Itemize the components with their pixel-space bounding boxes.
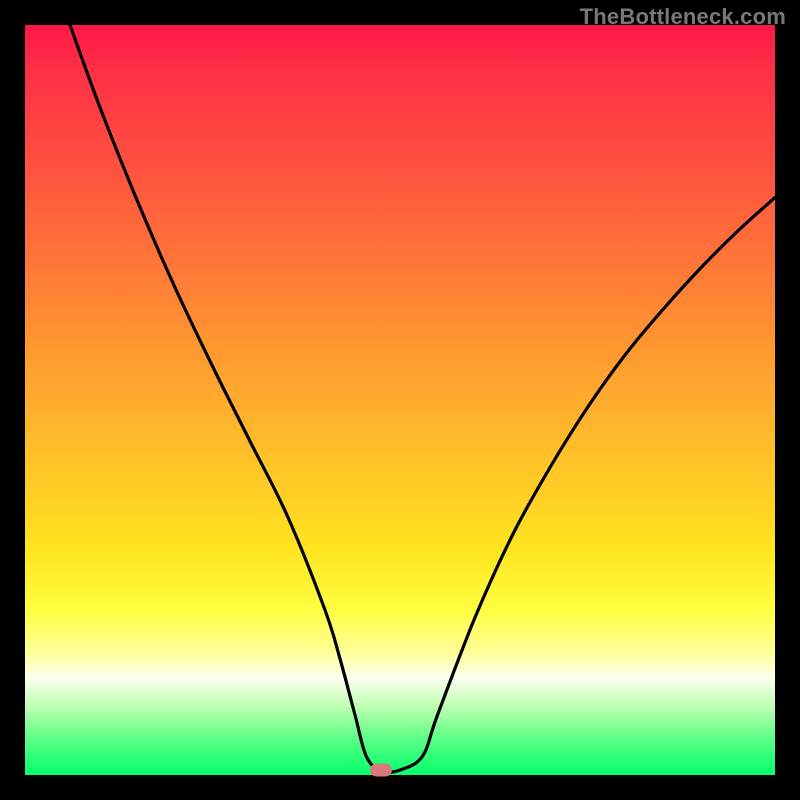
bottleneck-curve bbox=[70, 25, 775, 773]
plot-area bbox=[25, 25, 775, 775]
curve-svg bbox=[25, 25, 775, 775]
optimum-marker bbox=[370, 764, 392, 777]
chart-frame: TheBottleneck.com bbox=[0, 0, 800, 800]
watermark-text: TheBottleneck.com bbox=[580, 4, 786, 30]
